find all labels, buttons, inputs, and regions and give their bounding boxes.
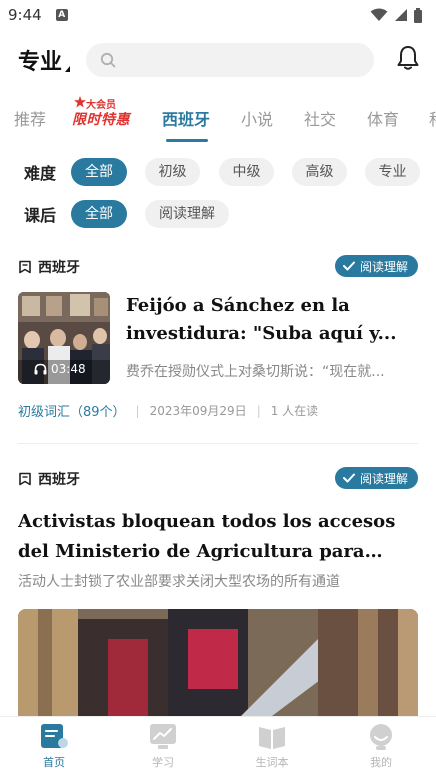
article-subtitle: 活动人士封锁了农业部要求关闭大型农场的所有通道 xyxy=(18,574,340,590)
difficulty-filter: 难度 全部 初级 中级 高级 专业 xyxy=(0,157,436,187)
type-text: 阅读理解 xyxy=(359,471,408,486)
chip-professional[interactable]: 专业 xyxy=(365,158,420,186)
nav-home[interactable]: 首页 xyxy=(24,723,84,770)
notification-icon: A xyxy=(55,9,68,21)
bottom-navigation: 首页 学习 生词本 我的 xyxy=(0,716,436,776)
duration-text: 03:48 xyxy=(51,362,86,376)
chip-reading[interactable]: 阅读理解 xyxy=(145,200,229,228)
type-badge: 阅读理解 xyxy=(334,467,418,489)
nav-home-label: 首页 xyxy=(43,756,65,769)
article-subtitle: 费乔在授勋仪式上对桑切斯说：“现在就... xyxy=(126,364,385,380)
type-text: 阅读理解 xyxy=(359,259,408,274)
tab-novel[interactable]: 小说 xyxy=(241,106,273,130)
article-readers: 1 人在读 xyxy=(270,404,319,418)
audio-duration: 03:48 xyxy=(34,362,86,376)
chip-after-all[interactable]: 全部 xyxy=(71,200,127,228)
status-time: 9:44 xyxy=(8,6,42,24)
article-title: Activistas bloquean todos los accesos de… xyxy=(18,511,396,562)
bell-icon xyxy=(397,46,419,70)
article-date: 2023年09月29日 xyxy=(149,404,247,418)
vocab-link[interactable]: 初级词汇（89个） xyxy=(18,401,126,420)
promo-badge[interactable]: 大会员 限时特惠 xyxy=(72,96,134,132)
check-icon xyxy=(342,261,355,271)
meta-separator: | xyxy=(135,403,140,418)
category-text: 西班牙 xyxy=(38,472,80,488)
chart-icon xyxy=(150,724,176,749)
category-tabs: 推荐 西班牙 小说 社交 体育 科 xyxy=(0,96,436,140)
article-thumbnail: 03:48 xyxy=(18,292,110,384)
article-image xyxy=(18,609,418,719)
after-class-label: 课后 xyxy=(24,206,57,225)
nav-profile[interactable]: 我的 xyxy=(351,723,411,770)
bookmark-icon xyxy=(19,260,31,274)
tab-more[interactable]: 科 xyxy=(429,106,436,130)
article-card[interactable]: 西班牙 阅读理解 03:48 Feijóo a Sánchez en la in… xyxy=(18,255,418,425)
signal-icon xyxy=(395,9,407,21)
check-icon xyxy=(342,473,355,483)
search-input[interactable] xyxy=(86,43,375,77)
divider xyxy=(18,443,418,444)
level-title: 专业 xyxy=(18,50,63,75)
level-selector[interactable]: 专业 xyxy=(18,44,71,76)
chip-advanced[interactable]: 高级 xyxy=(292,158,347,186)
after-class-filter: 课后 全部 阅读理解 xyxy=(0,199,436,229)
tab-sports[interactable]: 体育 xyxy=(367,106,399,130)
article-meta: 初级词汇（89个） | 2023年09月29日 | 1 人在读 xyxy=(18,401,319,421)
battery-icon xyxy=(414,7,422,23)
tab-social[interactable]: 社交 xyxy=(304,106,336,130)
bookmark-icon xyxy=(19,472,31,486)
chip-intermediate[interactable]: 中级 xyxy=(219,158,274,186)
nav-vocab-label: 生词本 xyxy=(255,756,289,769)
article-card[interactable]: 西班牙 阅读理解 Activistas bloquean todos los a… xyxy=(18,467,418,719)
nav-study[interactable]: 学习 xyxy=(133,723,193,770)
profile-icon xyxy=(370,724,392,750)
book-icon xyxy=(259,727,285,749)
caret-icon xyxy=(65,66,71,72)
search-icon xyxy=(100,52,116,68)
difficulty-label: 难度 xyxy=(24,164,57,183)
chip-beginner[interactable]: 初级 xyxy=(145,158,200,186)
category-text: 西班牙 xyxy=(38,260,80,276)
article-photo xyxy=(18,609,418,719)
promo-main-text: 限时特惠 xyxy=(72,112,130,128)
meta-separator: | xyxy=(256,403,261,418)
article-title: Feijóo a Sánchez en la investidura: "Sub… xyxy=(126,295,397,344)
wifi-icon xyxy=(370,8,388,21)
active-tab-indicator xyxy=(166,139,208,142)
star-icon xyxy=(74,96,86,108)
tab-recommend[interactable]: 推荐 xyxy=(14,106,46,130)
notification-bell[interactable] xyxy=(396,45,420,75)
nav-study-label: 学习 xyxy=(152,756,174,769)
header: 专业 xyxy=(0,40,436,80)
chip-difficulty-all[interactable]: 全部 xyxy=(71,158,127,186)
article-category: 西班牙 xyxy=(18,257,80,277)
tab-spain[interactable]: 西班牙 xyxy=(162,106,210,130)
headphones-icon xyxy=(34,363,47,375)
status-icons xyxy=(370,7,422,23)
nav-vocab[interactable]: 生词本 xyxy=(242,723,302,770)
article-category: 西班牙 xyxy=(18,469,80,489)
home-icon xyxy=(41,724,68,748)
nav-profile-label: 我的 xyxy=(370,756,392,769)
type-badge: 阅读理解 xyxy=(334,255,418,277)
status-bar: 9:44 A xyxy=(0,0,436,30)
